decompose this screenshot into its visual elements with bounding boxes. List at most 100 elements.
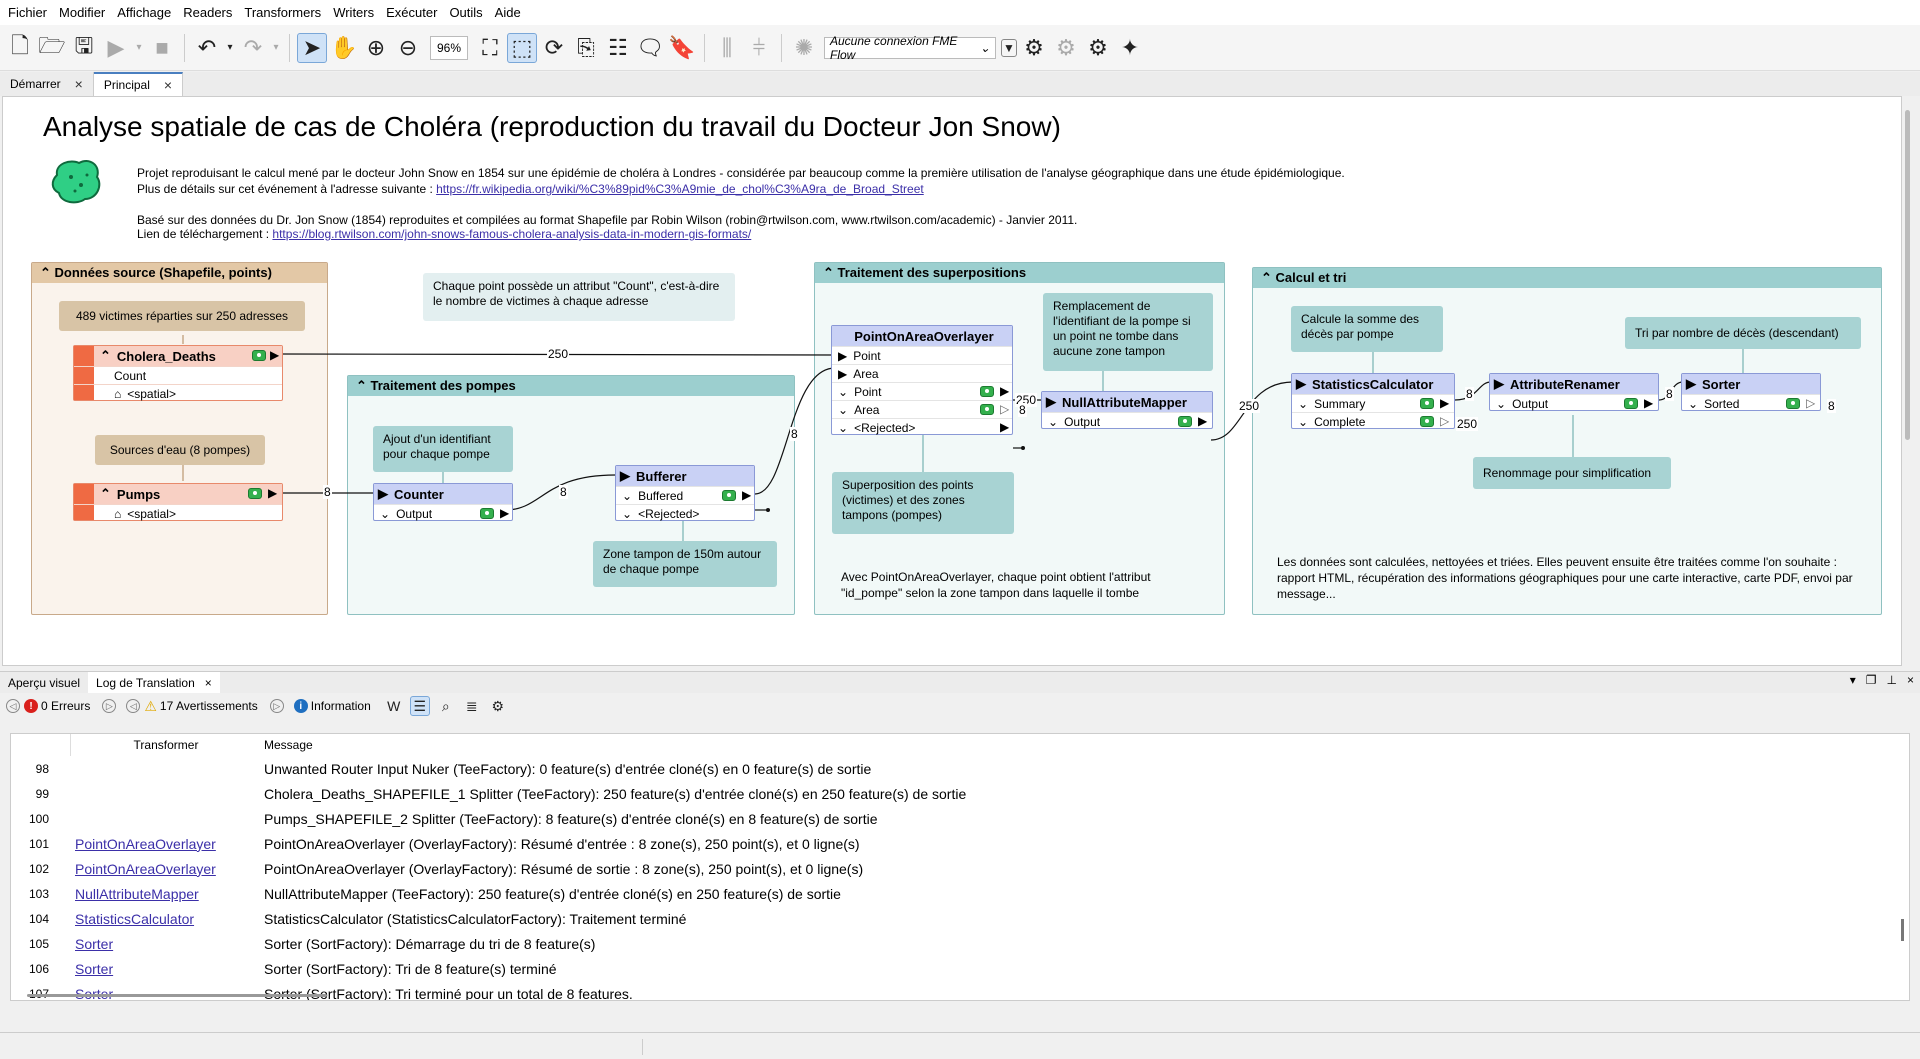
pan-hand-icon[interactable]: ✋ — [329, 33, 359, 63]
output-port-arrow-icon[interactable]: ▶ — [1000, 420, 1009, 434]
transformer-header[interactable]: ▶ Sorter — [1682, 374, 1820, 394]
output-port-arrow-icon[interactable]: ▶ — [1198, 414, 1207, 428]
zoom-out-icon[interactable]: ⊖ — [393, 33, 423, 63]
inspect-eye-icon[interactable] — [980, 404, 994, 415]
redo-icon[interactable]: ↷ — [238, 33, 268, 63]
menu-writers[interactable]: Writers — [327, 0, 380, 25]
inspect-eye-icon[interactable] — [1420, 416, 1434, 427]
input-port-arrow-icon[interactable]: ▶ — [378, 486, 388, 502]
tab-principal[interactable]: Principal × — [93, 72, 184, 96]
log-row[interactable]: 107SorterSorter (SortFactory): Tri termi… — [11, 981, 1909, 1001]
export-doc-icon[interactable]: ⎘ — [571, 33, 601, 63]
previous-warning-icon[interactable]: ◁ — [126, 699, 141, 713]
menu-executer[interactable]: Exécuter — [380, 0, 443, 25]
ai-assist-sparkle-icon[interactable]: ✦ — [1115, 33, 1145, 63]
run-icon[interactable]: ▶ — [101, 33, 131, 63]
output-port-row[interactable]: ⌄ <Rejected> ▶ — [832, 418, 1012, 436]
close-icon[interactable]: × — [1907, 673, 1914, 687]
information-filter[interactable]: i Information — [293, 699, 371, 713]
transformer-counter[interactable]: ▶ Counter ⌄ Output ▶ — [373, 483, 513, 521]
inspect-eye-icon[interactable] — [248, 488, 262, 499]
output-port-arrow-icon[interactable]: ▶ — [500, 506, 509, 520]
input-port-arrow-icon[interactable]: ▶ — [1296, 376, 1306, 392]
output-port-arrow-icon[interactable]: ▷ — [1806, 396, 1815, 410]
workspace-canvas[interactable]: Analyse spatiale de cas de Choléra (repr… — [2, 96, 1902, 666]
inspect-eye-icon[interactable] — [252, 350, 266, 361]
log-horizontal-scrollbar[interactable] — [27, 994, 327, 997]
warnings-filter[interactable]: ⚠ 17 Avertissements — [144, 698, 257, 715]
output-port-row[interactable]: ⌄ Point ▶ — [832, 382, 1012, 400]
output-port-row[interactable]: ⌄ Output ▶ — [1490, 394, 1658, 412]
collapse-icon[interactable]: ⌃ — [100, 486, 111, 502]
output-port-row[interactable]: ⌄ <Rejected> — [616, 504, 754, 522]
zoom-level-field[interactable]: 96% — [430, 35, 468, 60]
column-header-message[interactable]: Message — [261, 738, 313, 752]
output-port-row[interactable]: ⌄ Output ▶ — [374, 504, 512, 522]
fme-flow-connection-select[interactable]: Aucune connexion FME Flow ⌄ — [824, 34, 996, 62]
log-row[interactable]: 105 Sorter Sorter (SortFactory): Démarrage… — [11, 931, 1909, 956]
output-port-arrow-icon[interactable]: ▶ — [1644, 396, 1653, 410]
collapse-icon[interactable]: ⌃ — [100, 348, 111, 364]
zoom-in-icon[interactable]: ⊕ — [361, 33, 391, 63]
undo-icon[interactable]: ↶ — [192, 33, 222, 63]
canvas-vertical-scrollbar[interactable] — [1905, 110, 1910, 440]
errors-filter[interactable]: ! 0 Erreurs — [24, 699, 90, 713]
output-port-arrow-icon[interactable]: ▶ — [1000, 384, 1009, 398]
input-port-arrow-icon[interactable]: ▶ — [1686, 376, 1696, 392]
publish-gear-icon[interactable]: ⚙ — [1019, 33, 1049, 63]
log-row[interactable]: 106 Sorter Sorter (SortFactory): Tri de 8 … — [11, 956, 1909, 981]
menu-readers[interactable]: Readers — [177, 0, 238, 25]
log-row[interactable]: 100 Pumps_SHAPEFILE_2 Splitter (TeeFactor… — [11, 806, 1909, 831]
output-port-arrow-icon[interactable]: ▶ — [742, 488, 751, 502]
word-wrap-icon[interactable]: W — [384, 696, 404, 716]
column-header-transformer[interactable]: Transformer — [71, 738, 261, 752]
connection-dropdown-icon[interactable]: ▼ — [1001, 38, 1017, 57]
reader-pumps[interactable]: ⌃ Pumps ▶ ⌂ <spatial> — [73, 483, 283, 521]
transformer-link[interactable]: PointOnAreaOverlayer — [71, 836, 261, 852]
transformer-header[interactable]: ▶ Counter — [374, 484, 512, 504]
tab-log-translation[interactable]: Log de Translation × — [88, 671, 220, 694]
filter-icon[interactable]: ≣ — [462, 696, 482, 716]
transformer-header[interactable]: ⌃ Cholera_Deaths — [74, 346, 282, 366]
output-port-arrow-icon[interactable]: ▷ — [1000, 402, 1009, 416]
transformer-link[interactable]: NullAttributeMapper — [71, 886, 261, 902]
automation-gear-icon[interactable]: ⚙ — [1083, 33, 1113, 63]
transformer-nullattributemapper[interactable]: ▶ NullAttributeMapper ⌄ Output ▶ — [1041, 391, 1213, 429]
flow-connection-icon[interactable]: ✺ — [789, 33, 819, 63]
transformer-header[interactable]: ▶ StatisticsCalculator — [1292, 374, 1454, 394]
pin-icon[interactable]: ⊥ — [1887, 673, 1897, 687]
log-row[interactable]: 104 StatisticsCalculator StatisticsCalcula… — [11, 906, 1909, 931]
output-port-row[interactable]: ⌄ Sorted ▷ — [1682, 394, 1820, 412]
align-horizontal-icon[interactable]: ⫼ — [712, 33, 742, 63]
transformer-pointonareaoverlayer[interactable]: PointOnAreaOverlayer ▶ Point ▶ Area ⌄ Point… — [831, 325, 1013, 435]
zoom-extents-icon[interactable]: ⛶ — [475, 33, 505, 63]
transformer-bufferer[interactable]: ▶ Bufferer ⌄ Buffered ▶ ⌄ <Rejected> — [615, 465, 755, 521]
find-icon[interactable]: ⌕ — [436, 696, 456, 716]
menu-modifier[interactable]: Modifier — [53, 0, 111, 25]
inspect-eye-icon[interactable] — [1624, 398, 1638, 409]
menu-transformers[interactable]: Transformers — [238, 0, 327, 25]
stop-icon[interactable]: ■ — [147, 33, 177, 63]
undo-dropdown-icon[interactable]: ▾ — [224, 33, 236, 63]
transformer-header[interactable]: ▶ Bufferer — [616, 466, 754, 486]
settings-gear-icon[interactable]: ⚙ — [488, 696, 508, 716]
inspect-eye-icon[interactable] — [480, 508, 494, 519]
inspect-eye-icon[interactable] — [980, 386, 994, 397]
output-port-row[interactable]: ⌄ Area ▷ — [832, 400, 1012, 418]
transformer-link[interactable]: Sorter — [71, 936, 261, 952]
next-error-icon[interactable]: ▷ — [102, 699, 117, 713]
float-panel-icon[interactable]: ❐ — [1866, 673, 1877, 687]
inspect-eye-icon[interactable] — [1178, 416, 1192, 427]
output-port-row[interactable]: ⌄ Summary ▶ — [1292, 394, 1454, 412]
input-port-arrow-icon[interactable]: ▶ — [838, 367, 847, 381]
panel-menu-icon[interactable]: ▾ — [1850, 673, 1856, 687]
schedule-gear-icon[interactable]: ⚙ — [1051, 33, 1081, 63]
transformer-sorter[interactable]: ▶ Sorter ⌄ Sorted ▷ — [1681, 373, 1821, 411]
transformer-header[interactable]: ▶ NullAttributeMapper — [1042, 392, 1212, 412]
menu-affichage[interactable]: Affichage — [111, 0, 177, 25]
input-port-arrow-icon[interactable]: ▶ — [1494, 376, 1504, 392]
log-row[interactable]: 99 Cholera_Deaths_SHAPEFILE_1 Splitter (T… — [11, 781, 1909, 806]
database-icon[interactable]: ☷ — [603, 33, 633, 63]
inspect-eye-icon[interactable] — [1786, 398, 1800, 409]
log-row[interactable]: 101 PointOnAreaOverlayer PointOnAreaOverla… — [11, 831, 1909, 856]
